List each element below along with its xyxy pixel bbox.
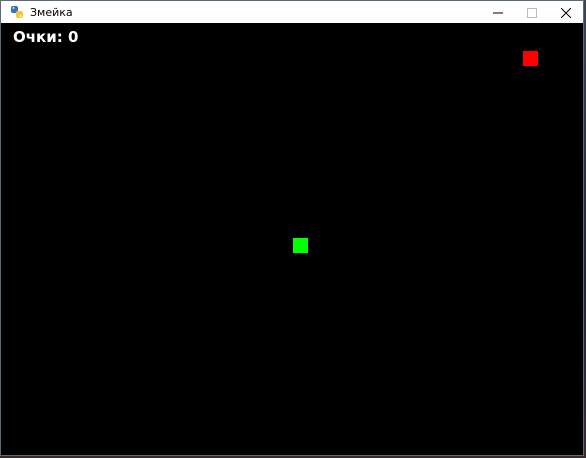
title-bar[interactable]: Змейка (1, 1, 583, 23)
snake-head (293, 238, 308, 253)
game-window: Змейка Очки: 0 (0, 0, 584, 456)
window-controls (481, 1, 583, 23)
close-button[interactable] (549, 1, 583, 23)
window-title: Змейка (30, 5, 73, 19)
maximize-button[interactable] (515, 1, 549, 23)
maximize-icon (527, 3, 537, 22)
minimize-button[interactable] (481, 1, 515, 23)
python-icon (9, 4, 25, 20)
game-canvas[interactable]: Очки: 0 (1, 23, 583, 455)
close-icon (560, 3, 572, 22)
food-apple (523, 51, 538, 66)
score-label: Очки: 0 (13, 28, 79, 46)
minimize-icon (493, 3, 503, 22)
